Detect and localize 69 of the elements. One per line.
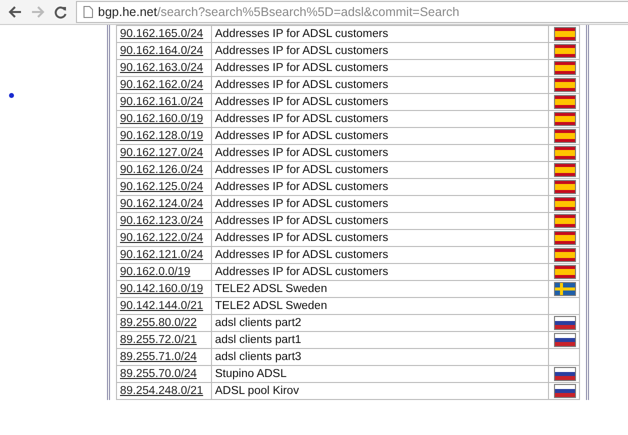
table-cell: Addresses IP for ADSL customers xyxy=(212,264,548,280)
table-cell: TELE2 ADSL Sweden xyxy=(212,280,548,298)
prefix-link[interactable]: 90.162.164.0/24 xyxy=(120,45,204,57)
table-cell: Addresses IP for ADSL customers xyxy=(212,42,548,60)
prefix-link[interactable]: 90.162.124.0/24 xyxy=(120,198,204,210)
address-bar[interactable]: bgp.he.net/search?search%5Bsearch%5D=adsl&commit=Search xyxy=(76,1,628,23)
prefix-link[interactable]: 90.162.162.0/24 xyxy=(120,79,204,91)
table-cell: Addresses IP for ADSL customers xyxy=(212,110,548,128)
flag-icon xyxy=(554,197,576,211)
prefix-link[interactable]: 90.142.144.0/21 xyxy=(120,300,204,312)
flag-icon xyxy=(554,248,576,262)
prefix-link[interactable]: 90.162.161.0/24 xyxy=(120,96,204,108)
prefix-link[interactable]: 90.162.123.0/24 xyxy=(120,215,204,227)
prefix-link[interactable]: 89.254.248.0/21 xyxy=(120,385,204,397)
table-cell: adsl clients part1 xyxy=(212,332,548,348)
table-cell: Addresses IP for ADSL customers xyxy=(212,230,548,246)
flag-icon xyxy=(554,214,576,228)
flag-icon xyxy=(554,180,576,194)
prefix-link[interactable]: 89.255.80.0/22 xyxy=(120,317,197,329)
table-cell: adsl clients part2 xyxy=(212,314,548,332)
prefix-link[interactable]: 90.162.127.0/24 xyxy=(120,147,204,159)
flag-icon xyxy=(554,129,576,143)
prefix-link[interactable]: 90.142.160.0/19 xyxy=(120,283,204,295)
flag-icon xyxy=(554,146,576,160)
table-cell: Addresses IP for ADSL customers xyxy=(212,60,548,76)
back-icon[interactable] xyxy=(8,6,22,18)
flag-icon xyxy=(554,282,576,296)
flag-icon xyxy=(554,231,576,245)
prefix-link[interactable]: 90.162.125.0/24 xyxy=(120,181,204,193)
table-cell: Addresses IP for ADSL customers xyxy=(212,144,548,162)
table-cell: Addresses IP for ADSL customers xyxy=(212,246,548,264)
bullet-icon xyxy=(9,93,14,98)
flag-icon xyxy=(554,384,576,398)
table-cell: Stupino ADSL xyxy=(212,366,548,382)
table-cell: ADSL pool Kirov xyxy=(212,382,548,400)
table-cell: adsl clients part3 xyxy=(212,348,548,366)
table-cell: Addresses IP for ADSL customers xyxy=(212,178,548,196)
page-icon xyxy=(83,6,93,18)
flag-icon xyxy=(554,44,576,58)
prefix-link[interactable]: 89.255.70.0/24 xyxy=(120,368,197,380)
table-cell: Addresses IP for ADSL customers xyxy=(212,212,548,230)
table-cell: Addresses IP for ADSL customers xyxy=(212,26,548,42)
prefix-link[interactable]: 90.162.121.0/24 xyxy=(120,249,204,261)
table-cell: Addresses IP for ADSL customers xyxy=(212,162,548,178)
flag-icon xyxy=(554,61,576,75)
flag-icon xyxy=(554,333,576,347)
flag-icon xyxy=(554,78,576,92)
table-cell: Addresses IP for ADSL customers xyxy=(212,196,548,212)
flag-icon xyxy=(554,163,576,177)
prefix-link[interactable]: 90.162.126.0/24 xyxy=(120,164,204,176)
prefix-link[interactable]: 90.162.165.0/24 xyxy=(120,28,204,40)
table-cell: TELE2 ADSL Sweden xyxy=(212,298,548,314)
prefix-link[interactable]: 90.162.163.0/24 xyxy=(120,62,204,74)
prefix-link[interactable]: 90.162.0.0/19 xyxy=(120,266,190,278)
flag-icon xyxy=(554,112,576,126)
flag-icon xyxy=(554,265,576,279)
flag-icon xyxy=(554,316,576,330)
flag-icon xyxy=(554,95,576,109)
prefix-link[interactable]: 90.162.160.0/19 xyxy=(120,113,204,125)
table-cell: Addresses IP for ADSL customers xyxy=(212,128,548,144)
table-cell: Addresses IP for ADSL customers xyxy=(212,94,548,110)
prefix-link[interactable]: 89.255.71.0/24 xyxy=(120,351,197,363)
prefix-link[interactable]: 90.162.122.0/24 xyxy=(120,232,204,244)
table-cell: Addresses IP for ADSL customers xyxy=(212,76,548,94)
prefix-link[interactable]: 89.255.72.0/21 xyxy=(120,334,197,346)
flag-icon xyxy=(554,27,576,41)
prefix-link[interactable]: 90.162.128.0/19 xyxy=(120,130,204,142)
flag-icon xyxy=(554,367,576,381)
reload-icon[interactable] xyxy=(54,6,67,18)
